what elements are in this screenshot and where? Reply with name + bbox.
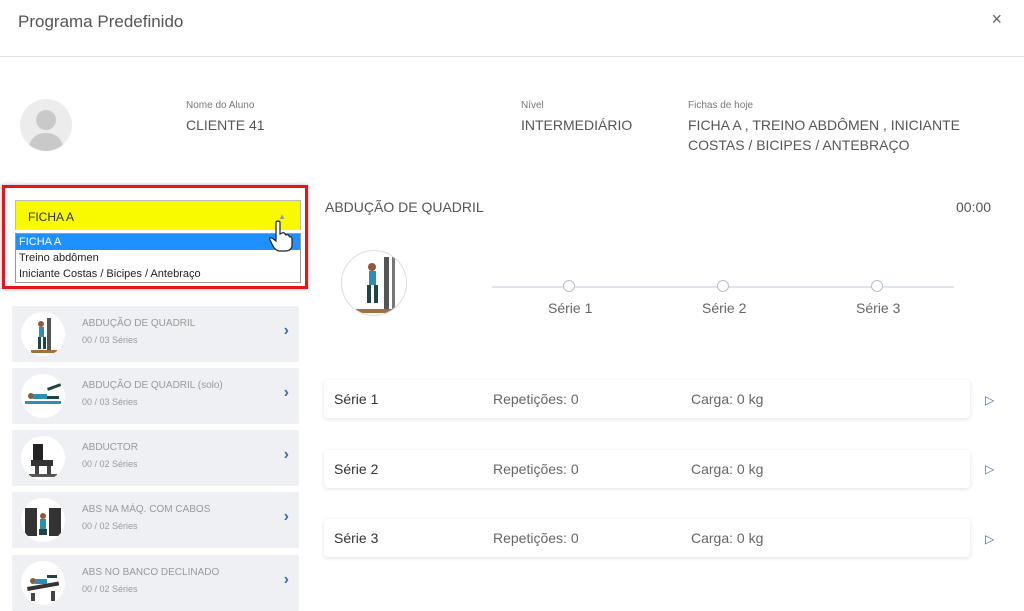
- step-label: Série 2: [702, 300, 747, 316]
- exercise-series: 00 / 02 Séries: [82, 584, 138, 594]
- series-row: Série 2 Repetições: 0 Carga: 0 kg: [324, 450, 970, 488]
- avatar: [20, 99, 72, 151]
- step-dot: [871, 280, 883, 292]
- sheets-line-2: COSTAS / BICIPES / ANTEBRAÇO: [688, 137, 910, 153]
- step-dot: [717, 280, 729, 292]
- exercise-thumbnail: [21, 312, 65, 356]
- select-option-iniciante[interactable]: Iniciante Costas / Bicipes / Antebraço: [16, 266, 300, 282]
- exercise-series: 00 / 02 Séries: [82, 521, 138, 531]
- exercise-item[interactable]: ABDUÇÃO DE QUADRIL 00 / 03 Séries ›: [12, 306, 299, 362]
- step-label: Série 1: [548, 300, 593, 316]
- step-label: Série 3: [856, 300, 901, 316]
- exercise-thumbnail: [21, 436, 65, 480]
- exercise-name: ABS NA MÁQ. COM CABOS: [82, 504, 211, 515]
- series-row: Série 3 Repetições: 0 Carga: 0 kg: [324, 519, 970, 557]
- exercise-name: ABDUÇÃO DE QUADRIL (solo): [82, 380, 223, 391]
- series-reps: Repetições: 0: [493, 391, 579, 407]
- series-name: Série 2: [334, 461, 379, 477]
- series-load: Carga: 0 kg: [691, 461, 764, 477]
- chevron-right-icon: ›: [283, 384, 289, 401]
- student-name: CLIENTE 41: [186, 117, 265, 133]
- exercise-item[interactable]: ABDUCTOR 00 / 02 Séries ›: [12, 430, 299, 486]
- student-name-label: Nome do Aluno: [186, 100, 255, 111]
- modal-header: Programa Predefinido ×: [0, 0, 1024, 57]
- sheet-select-highlight: FICHA A ▲ FICHA A Treino abdômen Inician…: [2, 185, 308, 289]
- sheet-select[interactable]: FICHA A ▲: [15, 200, 301, 230]
- chevron-right-icon: ›: [283, 446, 289, 463]
- modal-title: Programa Predefinido: [18, 12, 184, 31]
- current-exercise-image: [341, 250, 407, 316]
- sheets-line-1: FICHA A , TREINO ABDÔMEN , INICIANTE: [688, 117, 961, 133]
- series-load: Carga: 0 kg: [691, 530, 764, 546]
- level-value: INTERMEDIÁRIO: [521, 117, 633, 133]
- chevron-right-icon: ›: [283, 322, 289, 339]
- series-row: Série 1 Repetições: 0 Carga: 0 kg: [324, 380, 970, 418]
- sheet-select-value: FICHA A: [28, 210, 75, 224]
- sheet-select-options: FICHA A Treino abdômen Iniciante Costas …: [15, 233, 301, 283]
- series-name: Série 1: [334, 391, 379, 407]
- exercise-item[interactable]: ABDUÇÃO DE QUADRIL (solo) 00 / 03 Séries…: [12, 368, 299, 424]
- exercise-series: 00 / 03 Séries: [82, 335, 138, 345]
- close-icon[interactable]: ×: [991, 10, 1002, 28]
- level-label: Nível: [521, 100, 544, 111]
- exercise-series: 00 / 02 Séries: [82, 459, 138, 469]
- timer: 00:00: [956, 199, 992, 215]
- series-reps: Repetições: 0: [493, 530, 579, 546]
- series-load: Carga: 0 kg: [691, 391, 764, 407]
- exercise-thumbnail: [21, 498, 65, 542]
- play-icon[interactable]: ▷: [985, 532, 994, 546]
- step-dot: [563, 280, 575, 292]
- select-option-treino-abdomen[interactable]: Treino abdômen: [16, 250, 300, 266]
- exercise-thumbnail: [21, 561, 65, 605]
- exercise-item[interactable]: ABS NA MÁQ. COM CABOS 00 / 02 Séries ›: [12, 492, 299, 548]
- modal: Programa Predefinido × Nome do Aluno CLI…: [0, 0, 1024, 611]
- series-reps: Repetições: 0: [493, 461, 579, 477]
- exercise-name: ABDUÇÃO DE QUADRIL: [82, 318, 196, 329]
- chevron-right-icon: ›: [283, 508, 289, 525]
- chevron-right-icon: ›: [283, 571, 289, 588]
- hand-cursor-icon: [268, 220, 294, 252]
- exercise-name: ABS NO BANCO DECLINADO: [82, 567, 220, 578]
- play-icon[interactable]: ▷: [985, 462, 994, 476]
- exercise-item[interactable]: ABS NO BANCO DECLINADO 00 / 02 Séries ›: [12, 555, 299, 611]
- select-option-ficha-a[interactable]: FICHA A: [16, 234, 300, 250]
- exercise-name: ABDUCTOR: [82, 442, 138, 453]
- exercise-thumbnail: [21, 374, 65, 418]
- sheets-label: Fichas de hoje: [688, 100, 754, 111]
- series-name: Série 3: [334, 530, 379, 546]
- current-exercise-title: ABDUÇÃO DE QUADRIL: [325, 199, 484, 215]
- exercise-series: 00 / 03 Séries: [82, 397, 138, 407]
- play-icon[interactable]: ▷: [985, 393, 994, 407]
